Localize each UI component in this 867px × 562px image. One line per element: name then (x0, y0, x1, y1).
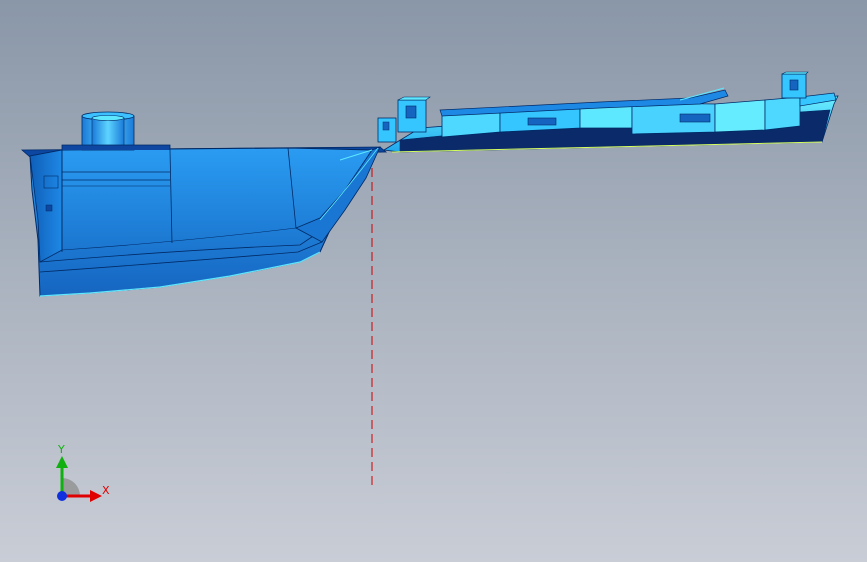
mounting-tab-left[interactable] (377, 117, 397, 143)
y-axis-label: Y (57, 443, 65, 456)
model-scene[interactable] (0, 0, 867, 562)
mounting-tab-right[interactable] (781, 71, 809, 99)
3d-viewport[interactable]: Y X (0, 0, 867, 562)
tub-body[interactable] (20, 146, 388, 297)
tray-section[interactable] (382, 87, 839, 153)
top-boss[interactable] (61, 111, 171, 151)
coordinate-triad: Y X (56, 443, 110, 502)
z-axis-dot (57, 491, 67, 501)
mounting-tab-center[interactable] (397, 96, 431, 133)
x-axis-label: X (102, 484, 110, 497)
